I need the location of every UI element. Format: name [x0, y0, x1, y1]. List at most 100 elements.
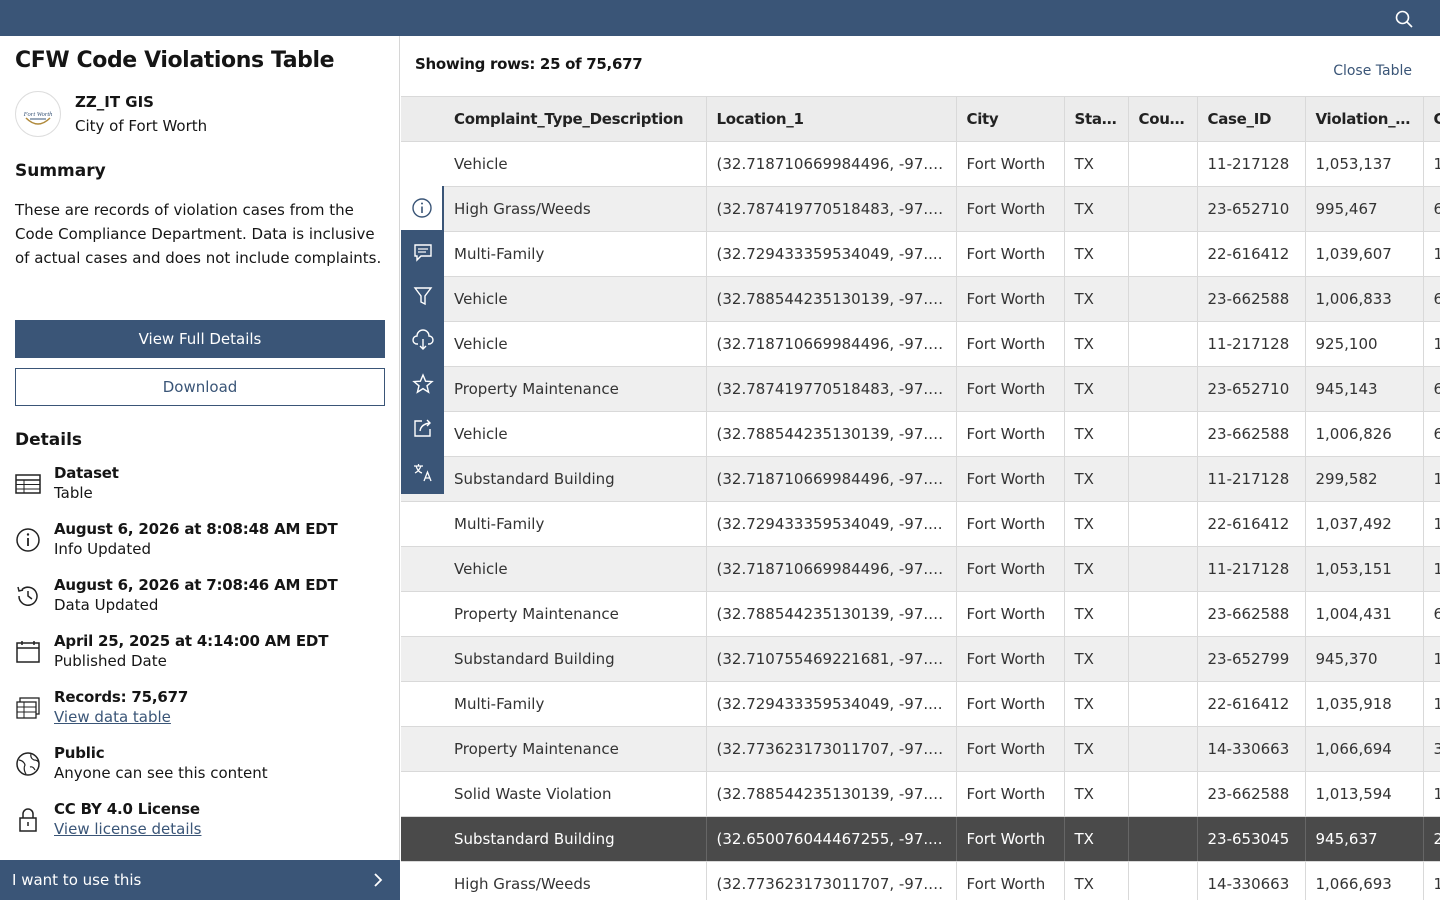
table-cell: 23-662588	[1197, 771, 1306, 817]
detail-data-updated: August 6, 2026 at 7:08:46 AM EDT Data Upd…	[15, 575, 338, 615]
table-row[interactable]: High Grass/Weeds (32.773623173011707, -97…	[401, 861, 1440, 900]
row-select-cell[interactable]	[401, 861, 444, 900]
table-cell: 3	[1423, 726, 1440, 772]
column-header[interactable]: Location_1	[706, 96, 957, 142]
column-header[interactable]: Count	[1128, 96, 1198, 142]
table-cell: 6	[1423, 411, 1440, 457]
column-header[interactable]: State	[1064, 96, 1129, 142]
table-cell: 1,066,693	[1305, 861, 1424, 900]
table-row[interactable]: Substandard Building (32.650076044467255,…	[401, 816, 1440, 862]
table-cell: 1,066,694	[1305, 726, 1424, 772]
table-cell: (32.718710669984496, -97.3...	[706, 546, 957, 592]
comment-tool-button[interactable]	[401, 230, 444, 274]
column-header[interactable]: Case_ID	[1197, 96, 1306, 142]
table-row[interactable]: Solid Waste Violation (32.788544235130139…	[401, 771, 1440, 817]
detail-line2: Published Date	[54, 652, 167, 670]
detail-line1: Dataset	[54, 464, 119, 482]
data-table-panel: Showing rows: 25 of 75,677 Close Table C…	[401, 36, 1440, 900]
table-row[interactable]: Vehicle (32.718710669984496, -97.3... Fort…	[401, 141, 1440, 187]
close-table-button[interactable]: Close Table	[1333, 63, 1412, 79]
download-button[interactable]: Download	[15, 368, 385, 406]
table-cell: 6	[1423, 591, 1440, 637]
table-cell: Vehicle	[444, 321, 707, 367]
table-cell: Fort Worth	[956, 186, 1065, 232]
top-bar	[0, 0, 1440, 36]
table-cell: 22-616412	[1197, 501, 1306, 547]
table-cell: Fort Worth	[956, 726, 1065, 772]
table-cell: 1,035,918	[1305, 681, 1424, 727]
table-row[interactable]: High Grass/Weeds (32.787419770518483, -97…	[401, 186, 1440, 232]
table-cell: 11-217128	[1197, 321, 1306, 367]
table-cell: 1,053,137	[1305, 141, 1424, 187]
table-row[interactable]: Multi-Family (32.729433359534049, -97....…	[401, 501, 1440, 547]
table-row[interactable]: Substandard Building (32.718710669984496,…	[401, 456, 1440, 502]
table-cell: TX	[1064, 816, 1129, 862]
share-tool-button[interactable]	[401, 406, 444, 450]
row-select-cell[interactable]	[401, 591, 444, 637]
row-select-cell[interactable]	[401, 546, 444, 592]
table-cell: 945,143	[1305, 366, 1424, 412]
download-tool-button[interactable]	[401, 318, 444, 362]
row-select-cell[interactable]	[401, 501, 444, 547]
table-row[interactable]: Multi-Family (32.729433359534049, -97....…	[401, 231, 1440, 277]
table-cell	[1128, 636, 1198, 682]
table-cell: 11-217128	[1197, 546, 1306, 592]
row-select-cell[interactable]	[401, 141, 444, 187]
svg-text:Fort Worth: Fort Worth	[23, 111, 53, 118]
table-cell	[1128, 861, 1198, 900]
view-license-link[interactable]: View license details	[54, 819, 201, 839]
table-cell: 6	[1423, 366, 1440, 412]
table-cell: 23-652710	[1197, 186, 1306, 232]
row-select-cell[interactable]	[401, 681, 444, 727]
filter-tool-button[interactable]	[401, 274, 444, 318]
table-cell: TX	[1064, 546, 1129, 592]
table-row[interactable]: Property Maintenance (32.787419770518483,…	[401, 366, 1440, 412]
search-icon[interactable]	[1394, 9, 1414, 29]
column-header[interactable]: Complaint_Type_Description	[444, 96, 707, 142]
favorite-tool-button[interactable]	[401, 362, 444, 406]
table-row[interactable]: Vehicle (32.718710669984496, -97.3... Fort…	[401, 546, 1440, 592]
data-table: Complaint_Type_Description Location_1 Ci…	[401, 96, 1440, 900]
row-select-cell[interactable]	[401, 816, 444, 862]
table-row[interactable]: Property Maintenance (32.788544235130139,…	[401, 591, 1440, 637]
summary-heading: Summary	[15, 161, 106, 181]
row-select-cell[interactable]	[401, 771, 444, 817]
table-cell: Multi-Family	[444, 231, 707, 277]
column-header[interactable]: Violation_ID	[1305, 96, 1424, 142]
detail-line1: Public	[54, 744, 105, 762]
share-icon	[413, 419, 431, 437]
table-cell: 945,370	[1305, 636, 1424, 682]
i-want-to-use-this-bar[interactable]: I want to use this	[0, 860, 400, 900]
table-cell: 11-217128	[1197, 456, 1306, 502]
view-data-table-link[interactable]: View data table	[54, 707, 188, 727]
column-header[interactable]: C	[1423, 96, 1440, 142]
table-row[interactable]: Vehicle (32.788544235130139, -97.3... Fort…	[401, 411, 1440, 457]
owner-block: Fort Worth ZZ_IT GIS City of Fort Worth	[15, 90, 207, 138]
table-cell: Vehicle	[444, 411, 707, 457]
translate-tool-button[interactable]	[401, 450, 444, 494]
row-select-cell[interactable]	[401, 726, 444, 772]
table-cell	[1128, 681, 1198, 727]
table-cell: (32.773623173011707, -97.36...	[706, 726, 957, 772]
info-tool-button[interactable]	[401, 186, 444, 230]
owner-name[interactable]: ZZ_IT GIS	[75, 90, 207, 114]
table-cell: Substandard Building	[444, 636, 707, 682]
table-cell: 23-653045	[1197, 816, 1306, 862]
table-cell: Fort Worth	[956, 231, 1065, 277]
summary-text: These are records of violation cases fro…	[15, 201, 382, 267]
table-cell: 1,004,431	[1305, 591, 1424, 637]
detail-line1: April 25, 2025 at 4:14:00 AM EDT	[54, 632, 329, 650]
rows-count-label: Showing rows: 25 of 75,677	[415, 55, 643, 73]
table-cell: 1,053,151	[1305, 546, 1424, 592]
table-cell: 1	[1423, 771, 1440, 817]
view-full-details-button[interactable]: View Full Details	[15, 320, 385, 358]
table-row[interactable]: Multi-Family (32.729433359534049, -97....…	[401, 681, 1440, 727]
table-row[interactable]: Vehicle (32.718710669984496, -97.3... Fort…	[401, 321, 1440, 367]
row-select-cell[interactable]	[401, 636, 444, 682]
table-row[interactable]: Substandard Building (32.710755469221681,…	[401, 636, 1440, 682]
table-row[interactable]: Property Maintenance (32.773623173011707,…	[401, 726, 1440, 772]
column-header[interactable]: City	[956, 96, 1065, 142]
table-cell	[1128, 186, 1198, 232]
table-row[interactable]: Vehicle (32.788544235130139, -97.3... Fort…	[401, 276, 1440, 322]
details-sidebar: CFW Code Violations Table Fort Worth ZZ_…	[0, 36, 400, 900]
